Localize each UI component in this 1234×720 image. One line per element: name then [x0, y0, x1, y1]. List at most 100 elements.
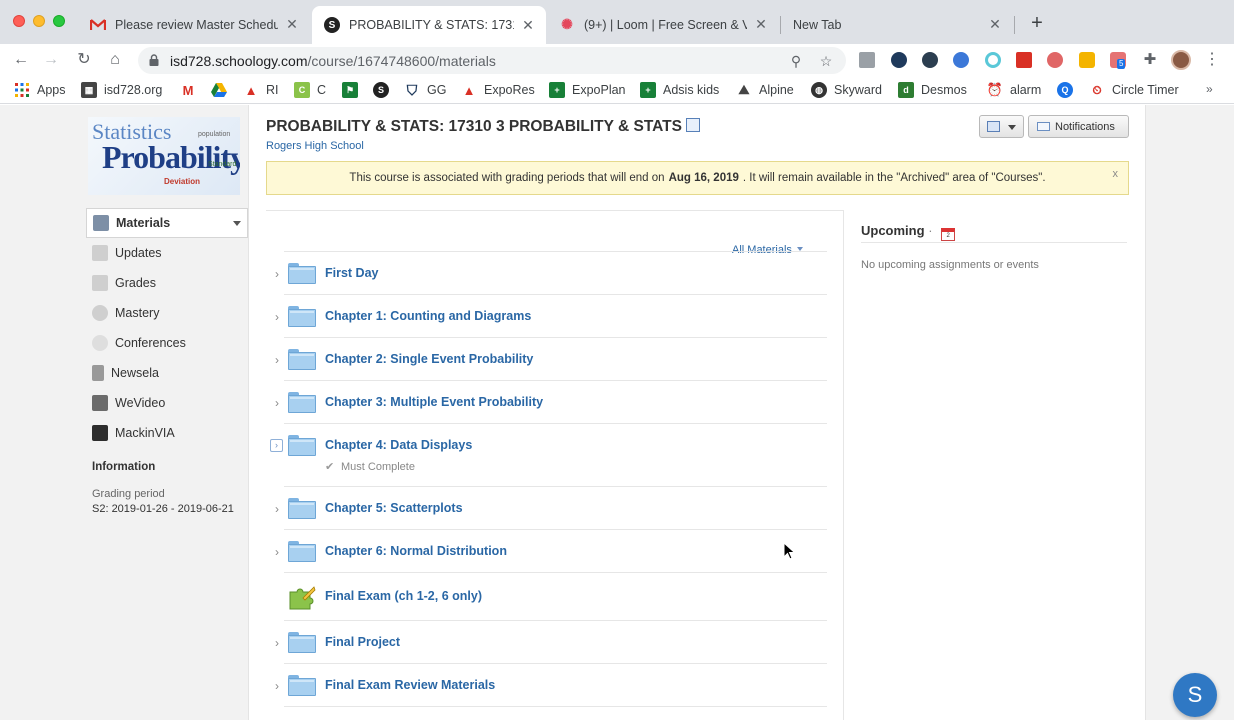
- address-bar[interactable]: isd728.schoology.com/course/1674748600/m…: [138, 47, 846, 74]
- material-title[interactable]: Chapter 3: Multiple Event Probability: [325, 395, 543, 409]
- sidebar-item-materials[interactable]: Materials: [86, 208, 248, 238]
- calendar-icon[interactable]: 2: [941, 228, 956, 241]
- back-arrow-icon[interactable]: ←: [10, 49, 32, 71]
- bookmark-circle-timer[interactable]: ⏲ Circle Timer: [1089, 82, 1178, 98]
- material-row-chapter-6[interactable]: › Chapter 6: Normal Distribution: [275, 530, 827, 573]
- chevron-right-icon[interactable]: ›: [272, 311, 282, 323]
- material-title[interactable]: Final Exam Review Materials: [325, 678, 495, 692]
- bookmark-q[interactable]: Q: [1057, 82, 1080, 98]
- material-row-final-project[interactable]: › Final Project: [275, 621, 827, 664]
- thumbs-up-extension-icon[interactable]: [1079, 52, 1095, 68]
- material-title[interactable]: Chapter 5: Scatterplots: [325, 501, 463, 515]
- browser-tab-newtab[interactable]: New Tab ✕: [781, 8, 1013, 41]
- chevron-right-icon[interactable]: ›: [272, 546, 282, 558]
- new-tab-button[interactable]: +: [1026, 13, 1048, 35]
- bookmark-apps[interactable]: Apps: [14, 82, 66, 98]
- browser-tab-loom[interactable]: ✺ (9+) | Loom | Free Screen & Vi ✕: [547, 8, 779, 41]
- material-row-chapter-2[interactable]: › Chapter 2: Single Event Probability: [275, 338, 827, 381]
- window-zoom-button[interactable]: [53, 15, 65, 27]
- sidebar-item-conferences[interactable]: Conferences: [86, 328, 248, 358]
- shield-extension-icon-2[interactable]: [922, 52, 938, 68]
- circle-extension-icon[interactable]: [985, 52, 1001, 68]
- bookmark-skyward[interactable]: ◍ Skyward: [811, 82, 882, 98]
- megaphone-extension-icon[interactable]: [1016, 52, 1032, 68]
- chevron-right-icon[interactable]: ›: [272, 354, 282, 366]
- upcoming-divider: [861, 242, 1127, 243]
- material-row-chapter-5[interactable]: › Chapter 5: Scatterplots: [275, 487, 827, 530]
- forward-arrow-icon[interactable]: →: [40, 49, 62, 71]
- browser-tab-gmail[interactable]: Please review Master Schedule ✕: [78, 8, 310, 41]
- tab-close-icon[interactable]: ✕: [520, 17, 536, 34]
- material-row-chapter-1[interactable]: › Chapter 1: Counting and Diagrams: [275, 295, 827, 338]
- material-title[interactable]: Chapter 4: Data Displays: [325, 438, 472, 452]
- material-title[interactable]: Chapter 2: Single Event Probability: [325, 352, 533, 366]
- bookmark-expores[interactable]: ▲ ExpoRes: [461, 82, 535, 98]
- bookmark-desmos[interactable]: d Desmos: [898, 82, 967, 98]
- drive-extension-icon[interactable]: [859, 52, 875, 68]
- help-chat-button[interactable]: S: [1173, 673, 1217, 717]
- bookmark-drive[interactable]: [211, 82, 234, 98]
- chevron-right-icon[interactable]: ›: [272, 397, 282, 409]
- chevron-right-icon[interactable]: ›: [272, 680, 282, 692]
- badge-extension-icon[interactable]: 5: [1110, 52, 1126, 69]
- bookmark-schoology[interactable]: S: [373, 82, 396, 98]
- reload-icon[interactable]: ↻: [73, 49, 95, 71]
- tab-close-icon[interactable]: ✕: [987, 16, 1003, 33]
- window-minimize-button[interactable]: [33, 15, 45, 27]
- bookmark-gmail[interactable]: M: [180, 82, 203, 98]
- bookmark-alpine[interactable]: ⛰ Alpine: [736, 82, 794, 98]
- menu-kebab-icon[interactable]: ⋮: [1204, 49, 1220, 69]
- bookmark-adsis-kids[interactable]: + Adsis kids: [640, 82, 719, 98]
- caret-down-icon[interactable]: [233, 221, 241, 226]
- bookmarks-more-chevron[interactable]: »: [1206, 82, 1213, 96]
- profile-avatar[interactable]: [1171, 50, 1191, 70]
- bookmark-ri[interactable]: ▲ RI: [243, 82, 279, 98]
- tab-close-icon[interactable]: ✕: [284, 16, 300, 33]
- folder-icon: [288, 435, 316, 456]
- window-close-button[interactable]: [13, 15, 25, 27]
- puzzle-extensions-icon[interactable]: ✚: [1142, 52, 1158, 68]
- bookmark-expoplan[interactable]: + ExpoPlan: [549, 82, 626, 98]
- google-extension-icon[interactable]: [953, 52, 969, 68]
- banner-close-icon[interactable]: x: [1113, 168, 1119, 180]
- course-options-button[interactable]: [979, 115, 1024, 138]
- material-row-first-day[interactable]: › First Day: [275, 252, 827, 295]
- material-row-final-exam[interactable]: Final Exam (ch 1-2, 6 only): [284, 573, 827, 621]
- material-title[interactable]: Chapter 6: Normal Distribution: [325, 544, 507, 558]
- expand-box-icon[interactable]: ›: [270, 439, 283, 452]
- bookmark-flag[interactable]: ⚑: [342, 82, 365, 98]
- bookmark-gg[interactable]: ⛉ GG: [404, 82, 447, 98]
- chevron-right-icon[interactable]: ›: [272, 503, 282, 515]
- bookmark-star-icon[interactable]: ☆: [816, 51, 836, 71]
- sidebar-item-mastery[interactable]: Mastery: [86, 298, 248, 328]
- notifications-button[interactable]: Notifications: [1028, 115, 1129, 138]
- tab-close-icon[interactable]: ✕: [753, 16, 769, 33]
- sidebar-item-mackinvia[interactable]: MackinVIA: [86, 418, 248, 448]
- material-title[interactable]: Final Exam (ch 1-2, 6 only): [325, 589, 482, 603]
- material-title[interactable]: Final Project: [325, 635, 400, 649]
- material-row-chapter-3[interactable]: › Chapter 3: Multiple Event Probability: [275, 381, 827, 424]
- browser-tab-schoology[interactable]: S PROBABILITY & STATS: 17310 ✕: [312, 6, 546, 44]
- sidebar-item-wevideo[interactable]: WeVideo: [86, 388, 248, 418]
- bookmark-alarm[interactable]: ⏰ alarm: [987, 82, 1041, 98]
- chevron-right-icon[interactable]: ›: [272, 637, 282, 649]
- course-title-text: PROBABILITY & STATS: 17310 3 PROBABILITY…: [266, 118, 682, 135]
- bookmark-c[interactable]: C C: [294, 82, 326, 98]
- shield-extension-icon[interactable]: [891, 52, 907, 68]
- material-title[interactable]: First Day: [325, 266, 379, 280]
- loom-extension-icon[interactable]: [1047, 52, 1063, 68]
- sidebar-item-updates[interactable]: Updates: [86, 238, 248, 268]
- upcoming-heading-text: Upcoming: [861, 223, 925, 238]
- sidebar-item-newsela[interactable]: Newsela: [86, 358, 248, 388]
- home-icon[interactable]: ⌂: [104, 49, 126, 71]
- material-row-chapter-4[interactable]: › Chapter 4: Data Displays ✔ Must Complet…: [270, 424, 827, 487]
- chevron-right-icon[interactable]: ›: [272, 268, 282, 280]
- zoom-icon[interactable]: ⚲: [786, 51, 806, 71]
- material-row-final-exam-review[interactable]: › Final Exam Review Materials: [275, 664, 827, 707]
- sidebar-item-grades[interactable]: Grades: [86, 268, 248, 298]
- school-link[interactable]: Rogers High School: [266, 140, 364, 152]
- material-title[interactable]: Chapter 1: Counting and Diagrams: [325, 309, 531, 323]
- course-book-icon[interactable]: [685, 118, 700, 132]
- bookmark-isd728[interactable]: ▦ isd728.org: [81, 82, 162, 98]
- alarm-clock-icon: ⏰: [986, 82, 1004, 97]
